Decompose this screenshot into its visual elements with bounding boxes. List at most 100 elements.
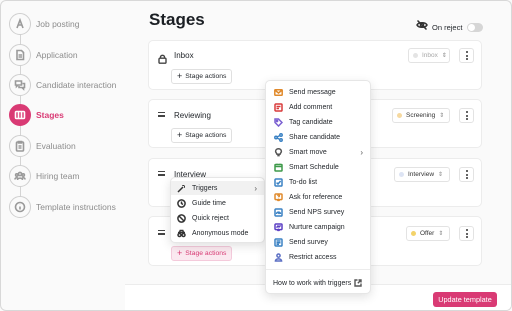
drag-handle-icon[interactable] — [158, 171, 165, 178]
document-icon — [9, 44, 31, 66]
eye-off-icon — [416, 18, 428, 36]
info-icon — [9, 196, 31, 218]
on-reject-label: On reject — [432, 22, 463, 32]
menu-item-label: Smart move — [289, 148, 327, 156]
drag-handle-icon[interactable] — [158, 230, 165, 237]
menu-item-smart-schedule[interactable]: Smart Schedule — [266, 160, 370, 174]
stage-color-dot — [397, 113, 402, 118]
clipboard-icon — [9, 135, 31, 157]
menu-item-smart-move[interactable]: Smart move › — [266, 145, 370, 159]
gauge-icon — [274, 207, 283, 217]
on-reject-control: On reject — [416, 18, 484, 36]
envelope-icon — [274, 88, 283, 97]
stage-actions-menu: Triggers › Guide time Quick reject Anony… — [170, 177, 265, 243]
plus-icon: + — [177, 71, 183, 81]
columns-icon — [9, 104, 31, 126]
team-icon — [9, 165, 31, 187]
menu-item-label: Tag candidate — [289, 118, 333, 126]
sidebar-item-label: Hiring team — [36, 171, 80, 181]
stage-type-value: Inbox — [422, 52, 438, 59]
sidebar-item-label: Stages — [36, 110, 64, 120]
menu-item-label: Send NPS survey — [289, 208, 345, 216]
update-template-button[interactable]: Update template — [433, 292, 497, 307]
lightbulb-icon — [274, 147, 283, 157]
stage-more-button[interactable] — [459, 226, 474, 241]
menu-item-label: Nurture campaign — [289, 223, 345, 231]
stage-more-button[interactable] — [459, 48, 474, 63]
menu-item-ask-for-reference[interactable]: Ask for reference — [266, 190, 370, 204]
incognito-icon — [177, 229, 186, 238]
menu-item-add-comment[interactable]: Add comment — [266, 100, 370, 114]
sidebar-item-job-posting[interactable]: Job posting — [9, 12, 79, 36]
menu-item-guide-time[interactable]: Guide time — [171, 196, 264, 210]
stage-more-button[interactable] — [459, 108, 474, 123]
menu-item-label: Add comment — [289, 103, 333, 111]
updown-chevron-icon: ⇕ — [441, 52, 447, 59]
chat-bubbles-icon — [9, 74, 31, 96]
stage-type-value: Offer — [420, 230, 435, 237]
stage-type-select[interactable]: Screening ⇕ — [392, 108, 450, 123]
sidebar-item-application[interactable]: Application — [9, 43, 78, 67]
font-a-icon — [9, 13, 31, 35]
stage-actions-button[interactable]: + Stage actions — [171, 69, 233, 84]
menu-item-label: To-do list — [289, 178, 318, 186]
triggers-menu: Send message Add comment Tag candidate S… — [265, 80, 371, 294]
comment-icon — [274, 102, 283, 112]
external-link-icon — [354, 279, 362, 289]
stage-color-dot — [399, 172, 404, 177]
clock-icon — [177, 198, 186, 208]
on-reject-toggle[interactable] — [467, 22, 484, 32]
calendar-icon — [274, 163, 283, 172]
page-title: Stages — [149, 10, 205, 29]
sidebar-item-candidate-interaction[interactable]: Candidate interaction — [9, 73, 116, 97]
stage-type-select[interactable]: Interview ⇕ — [394, 167, 450, 182]
menu-item-nurture-campaign[interactable]: Nurture campaign — [266, 220, 370, 234]
drag-handle-icon[interactable] — [158, 112, 165, 119]
menu-item-send-nps-survey[interactable]: Send NPS survey — [266, 205, 370, 219]
block-icon — [177, 213, 186, 223]
menu-item-quick-reject[interactable]: Quick reject — [171, 211, 264, 225]
lock-icon — [158, 51, 167, 69]
chevron-right-icon: › — [360, 147, 363, 157]
menu-item-label: Restrict access — [289, 253, 337, 261]
menu-item-tag-candidate[interactable]: Tag candidate — [266, 115, 370, 129]
menu-item-send-message[interactable]: Send message — [266, 85, 370, 99]
menu-item-label: Smart Schedule — [289, 163, 339, 171]
triggers-help-link[interactable]: How to work with triggers — [266, 276, 370, 290]
menu-item-label: Send message — [289, 88, 336, 96]
stage-type-select[interactable]: Offer ⇕ — [406, 226, 450, 241]
plus-icon: + — [177, 130, 183, 140]
updown-chevron-icon: ⇕ — [439, 112, 445, 119]
template-sidebar: Job posting Application Candidate intera… — [1, 1, 131, 310]
menu-item-send-survey[interactable]: Send survey — [266, 235, 370, 249]
sidebar-item-template-instructions[interactable]: Template instructions — [9, 195, 116, 219]
menu-item-to-do-list[interactable]: To-do list — [266, 175, 370, 189]
stage-actions-button[interactable]: + Stage actions — [171, 128, 233, 143]
chevron-right-icon: › — [254, 183, 257, 193]
menu-item-triggers[interactable]: Triggers › — [171, 181, 264, 195]
menu-item-label: Triggers — [192, 184, 218, 192]
menu-item-anonymous-mode[interactable]: Anonymous mode — [171, 226, 264, 240]
stage-actions-button[interactable]: + Stage actions — [171, 246, 233, 261]
sidebar-item-stages[interactable]: Stages — [9, 103, 64, 127]
sidebar-item-label: Candidate interaction — [36, 80, 117, 90]
stage-type-value: Screening — [406, 112, 436, 119]
menu-item-label: Quick reject — [192, 214, 229, 222]
menu-item-share-candidate[interactable]: Share candidate — [266, 130, 370, 144]
menu-item-restrict-access[interactable]: Restrict access — [266, 250, 370, 264]
menu-item-label: Ask for reference — [289, 193, 343, 201]
stage-type-select[interactable]: Inbox ⇕ — [408, 48, 450, 63]
app-window: Job posting Application Candidate intera… — [0, 0, 512, 311]
stage-actions-label: Stage actions — [185, 73, 227, 80]
plus-icon: + — [177, 248, 183, 258]
sidebar-item-label: Template instructions — [36, 202, 116, 212]
stage-type-value: Interview — [408, 171, 435, 178]
sidebar-item-label: Application — [36, 50, 78, 60]
survey-icon — [274, 237, 283, 247]
magic-wand-icon — [177, 184, 186, 193]
share-icon — [274, 132, 283, 142]
stage-more-button[interactable] — [459, 167, 474, 182]
stage-actions-label: Stage actions — [185, 250, 227, 257]
sidebar-item-hiring-team[interactable]: Hiring team — [9, 164, 79, 188]
sidebar-item-evaluation[interactable]: Evaluation — [9, 134, 76, 158]
